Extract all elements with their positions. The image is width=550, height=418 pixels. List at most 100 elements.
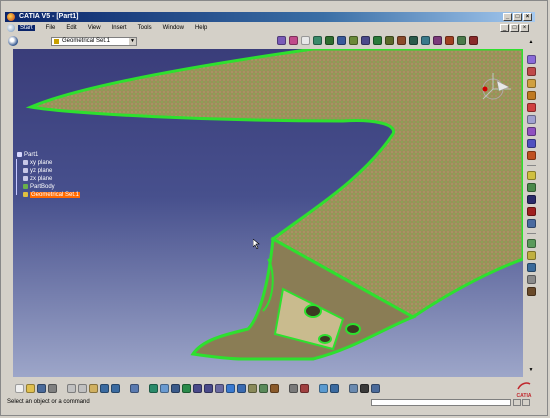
title-bar[interactable]: CATIA V5 - [Part1] _ □ × <box>5 12 535 22</box>
command-input[interactable] <box>371 399 511 406</box>
extract-icon[interactable] <box>469 36 478 45</box>
line-icon[interactable] <box>526 67 536 76</box>
toolbar-scroll-down-icon[interactable]: ▼ <box>528 367 534 373</box>
body-icon <box>23 183 28 189</box>
command-button-2[interactable] <box>522 399 530 406</box>
helix-icon[interactable] <box>526 139 536 148</box>
tree-item-geometrical-set[interactable]: Geometrical Set.1 <box>17 191 81 199</box>
quick-view-icon[interactable] <box>237 383 246 393</box>
law-icon[interactable] <box>526 251 536 260</box>
connect-curve-icon[interactable] <box>526 127 536 136</box>
fit-all-icon[interactable] <box>160 383 169 393</box>
offset-icon[interactable] <box>433 36 442 45</box>
help-icon[interactable] <box>130 383 139 393</box>
tree-root[interactable]: Part1 <box>17 151 80 159</box>
analysis-icon[interactable] <box>526 207 536 216</box>
analysis-toolbar-icon[interactable] <box>360 383 369 393</box>
print-icon[interactable] <box>48 383 57 393</box>
menu-insert[interactable]: Insert <box>112 25 127 31</box>
close-button[interactable]: × <box>523 13 532 21</box>
hide-show-icon[interactable] <box>259 383 268 393</box>
sweep-icon[interactable] <box>349 36 358 45</box>
paste-icon[interactable] <box>89 383 98 393</box>
split-icon[interactable] <box>409 36 418 45</box>
tree-item-xy-plane[interactable]: xy plane <box>17 159 80 167</box>
zoom-out-icon[interactable] <box>204 383 213 393</box>
part-geometry <box>25 49 523 361</box>
join-icon[interactable] <box>397 36 406 45</box>
workbench-icon[interactable] <box>8 36 18 46</box>
menu-file[interactable]: File <box>46 25 56 31</box>
tree-item-partbody[interactable]: PartBody <box>17 183 80 191</box>
menu-view[interactable]: View <box>88 25 101 31</box>
trim-icon[interactable] <box>421 36 430 45</box>
catalog-icon[interactable] <box>526 287 536 296</box>
view-cube-icon[interactable] <box>226 383 235 393</box>
spline-icon[interactable] <box>313 36 322 45</box>
formula-icon[interactable] <box>330 383 339 393</box>
fly-mode-icon[interactable] <box>149 383 158 393</box>
command-button-1[interactable] <box>513 399 521 406</box>
update-icon[interactable] <box>319 383 328 393</box>
boundary-icon[interactable] <box>526 171 536 180</box>
doc-minimize-button[interactable]: _ <box>500 24 509 32</box>
revolve-icon[interactable] <box>337 36 346 45</box>
plane-tool-icon[interactable] <box>526 79 536 88</box>
projection-icon[interactable] <box>526 91 536 100</box>
tree-item-yz-plane[interactable]: yz plane <box>17 167 80 175</box>
swap-space-icon[interactable] <box>270 383 279 393</box>
geometrical-set-selector[interactable]: Geometrical Set.1 ▼ <box>51 37 137 46</box>
intersection-icon[interactable] <box>526 103 536 112</box>
doc-close-button[interactable]: × <box>520 24 529 32</box>
save-icon[interactable] <box>37 383 46 393</box>
maximize-button[interactable]: □ <box>513 13 522 21</box>
undo-icon[interactable] <box>100 383 109 393</box>
normal-view-icon[interactable] <box>215 383 224 393</box>
repeat-icon[interactable] <box>526 263 536 272</box>
extrude-icon[interactable] <box>325 36 334 45</box>
menu-edit[interactable]: Edit <box>66 25 76 31</box>
zoom-in-icon[interactable] <box>193 383 202 393</box>
chevron-down-icon[interactable]: ▼ <box>129 38 136 45</box>
toolbar-scroll-up-icon[interactable]: ▲ <box>528 39 534 45</box>
parallel-curve-icon[interactable] <box>526 151 536 160</box>
cut-icon[interactable] <box>67 383 76 393</box>
shading-icon[interactable] <box>248 383 257 393</box>
circle-icon[interactable] <box>526 115 536 124</box>
pan-icon[interactable] <box>171 383 180 393</box>
measure-between-icon[interactable] <box>289 383 298 393</box>
loft-icon[interactable] <box>361 36 370 45</box>
fillet-icon[interactable] <box>445 36 454 45</box>
bracket-hole-3 <box>318 334 332 344</box>
rotate-icon[interactable] <box>182 383 191 393</box>
fill-icon[interactable] <box>373 36 382 45</box>
measure-icon[interactable] <box>526 195 536 204</box>
3d-viewport[interactable]: Part1 xy plane yz plane zx plane PartBod… <box>13 49 523 377</box>
blend-icon[interactable] <box>385 36 394 45</box>
open-folder-icon[interactable] <box>26 383 35 393</box>
menu-window[interactable]: Window <box>163 25 184 31</box>
transform-icon[interactable] <box>457 36 466 45</box>
sketch-icon[interactable] <box>277 36 286 45</box>
doc-restore-button[interactable]: □ <box>510 24 519 32</box>
tree-item-zx-plane[interactable]: zx plane <box>17 175 80 183</box>
copy-icon[interactable] <box>78 383 87 393</box>
menu-tools[interactable]: Tools <box>138 25 152 31</box>
plane-icon <box>23 159 28 165</box>
minimize-button[interactable]: _ <box>503 13 512 21</box>
draft-analysis-icon[interactable] <box>526 219 536 228</box>
document-icon[interactable] <box>7 23 15 32</box>
apply-material-icon[interactable] <box>300 383 309 393</box>
reference-icon[interactable] <box>289 36 298 45</box>
point-icon[interactable] <box>526 55 536 64</box>
menu-start[interactable]: Start <box>18 24 35 31</box>
shading-edges-icon[interactable] <box>371 383 380 393</box>
wireframe-icon[interactable] <box>349 383 358 393</box>
menu-help[interactable]: Help <box>195 25 207 31</box>
curvature-icon[interactable] <box>526 239 536 248</box>
new-file-icon[interactable] <box>15 383 24 393</box>
extrapolate-icon[interactable] <box>526 183 536 192</box>
curve-icon[interactable] <box>301 36 310 45</box>
knowledge-icon[interactable] <box>526 275 536 284</box>
redo-icon[interactable] <box>111 383 120 393</box>
